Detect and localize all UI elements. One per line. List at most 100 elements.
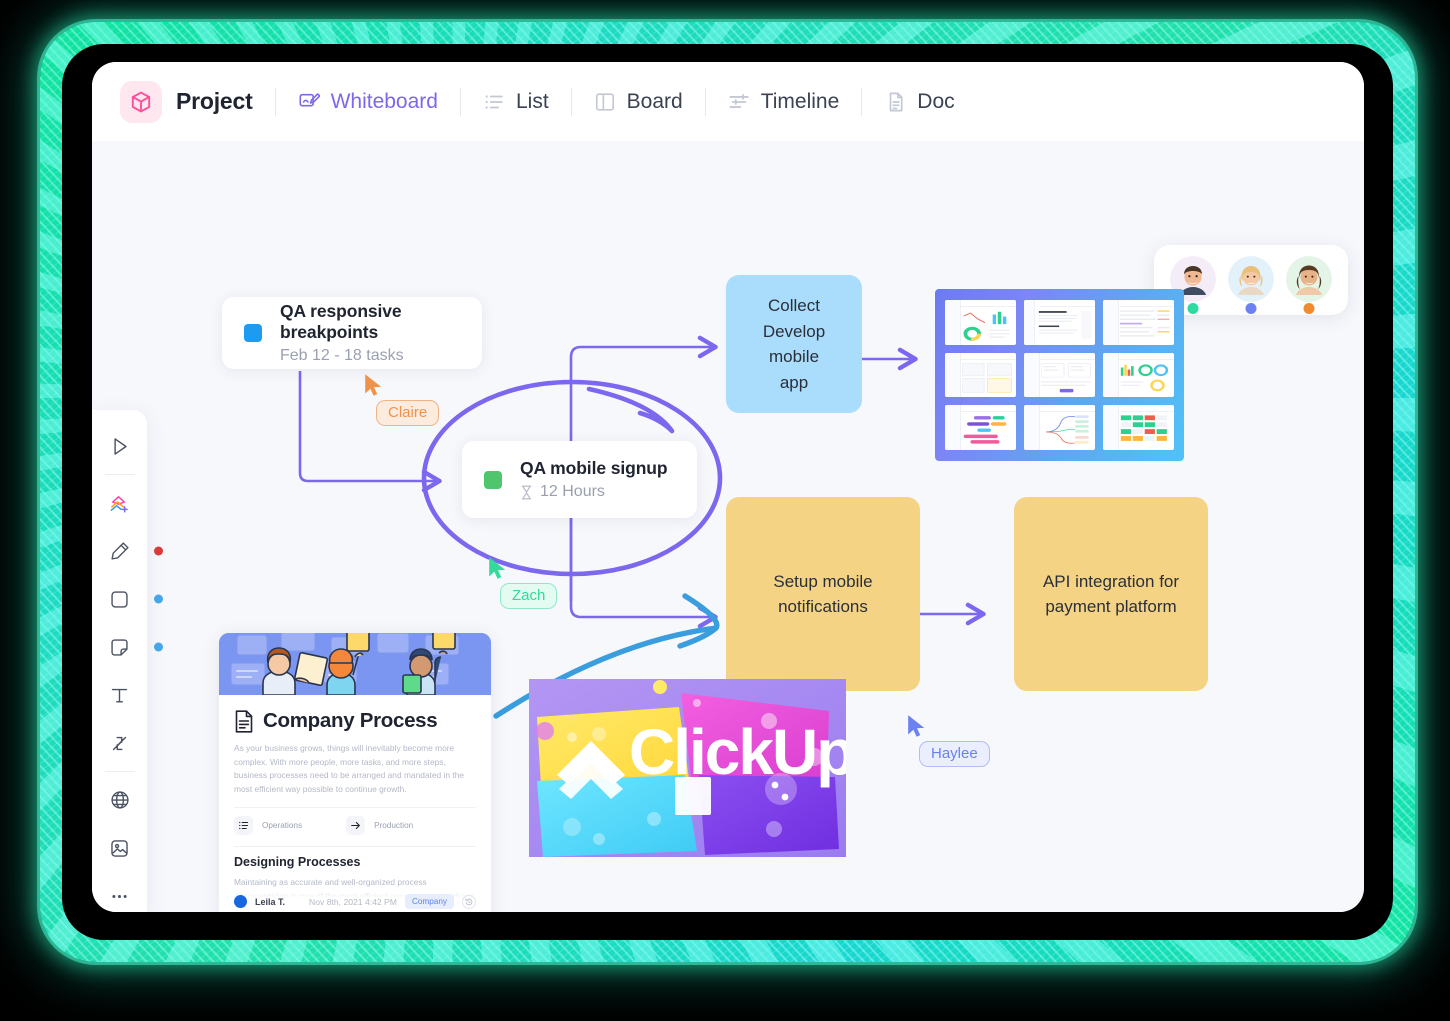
doc-column-production[interactable]: Production — [346, 816, 414, 836]
status-dot — [1187, 303, 1199, 314]
doc-columns: Operations Production — [234, 816, 476, 836]
tool-status-dot — [153, 594, 163, 604]
task-subtitle: Feb 12 - 18 tasks — [280, 347, 404, 364]
dashboard-thumb — [945, 405, 1016, 450]
dashboard-thumb — [945, 352, 1016, 398]
list-icon — [234, 816, 253, 836]
dashboard-thumb — [1024, 300, 1095, 345]
tab-label: Whiteboard — [330, 89, 438, 113]
cursor-label: Zach — [500, 583, 558, 609]
cursor-pointer-icon — [489, 557, 506, 579]
avatar[interactable] — [1228, 256, 1274, 314]
image-icon[interactable] — [101, 829, 139, 867]
tab-list[interactable]: List — [461, 80, 571, 124]
task-title: QA responsive breakpoints — [280, 301, 402, 342]
cursor-pointer-icon — [365, 374, 382, 396]
cursor-pointer-icon — [908, 715, 925, 737]
hourglass-icon — [520, 485, 533, 500]
task-card-qa-mobile[interactable]: QA mobile signup 12 Hours — [462, 441, 697, 518]
rectangle-icon[interactable] — [101, 580, 163, 618]
task-card-qa-responsive[interactable]: QA responsive breakpoints Feb 12 - 18 ta… — [222, 297, 482, 369]
tab-label: Board — [626, 89, 683, 113]
arrow-right-icon — [346, 816, 366, 836]
cursor-zach: Zach — [488, 556, 558, 609]
avatar-image — [1286, 256, 1332, 302]
node-collect-develop[interactable]: Collect Develop mobile app — [726, 275, 862, 413]
status-dot — [1245, 303, 1257, 314]
avatar[interactable] — [1286, 256, 1332, 314]
doc-column-label: Operations — [262, 821, 303, 831]
doc-hero-illustration — [219, 633, 491, 695]
tool-status-dot — [153, 642, 163, 652]
doc-title: Company Process — [263, 709, 438, 732]
whiteboard-canvas[interactable]: QA responsive breakpoints Feb 12 - 18 ta… — [92, 141, 1364, 912]
node-label: Setup mobile notifications — [773, 571, 873, 617]
status-badge: Company — [404, 894, 454, 909]
node-label: Collect Develop mobile app — [762, 296, 826, 392]
node-setup-notifications[interactable]: Setup mobile notifications — [726, 497, 920, 691]
select-cursor-icon[interactable] — [101, 427, 139, 465]
tab-doc[interactable]: Doc — [862, 80, 976, 124]
cube-icon — [120, 80, 162, 123]
node-api-integration[interactable]: API integration for payment platform — [1014, 497, 1208, 691]
divider — [104, 474, 135, 475]
cursor-haylee: Haylee — [907, 714, 990, 767]
doc-timestamp: Nov 8th, 2021 4:42 PM — [309, 896, 397, 907]
task-duration: 12 Hours — [540, 483, 605, 500]
more-options-icon[interactable] — [101, 877, 139, 912]
doc-column-label: Production — [374, 821, 414, 831]
dashboard-thumb — [1024, 405, 1095, 450]
timeline-icon — [728, 90, 751, 113]
app-header: Project Whiteboard List Board Timeline D… — [92, 62, 1364, 141]
embedded-dashboards-image[interactable] — [935, 289, 1184, 461]
tab-whiteboard[interactable]: Whiteboard — [276, 80, 460, 124]
document-icon — [234, 709, 254, 733]
avatar — [234, 895, 247, 908]
dashboard-grid — [945, 300, 1174, 450]
globe-icon[interactable] — [101, 781, 139, 819]
avatar-image — [1228, 256, 1274, 302]
embedded-clickup-image[interactable]: ClickUp — [529, 679, 846, 857]
sketch-arrow-head — [677, 593, 720, 649]
divider — [234, 807, 476, 809]
status-dot — [1303, 303, 1315, 314]
connector-icon[interactable] — [101, 724, 139, 762]
doc-column-operations[interactable]: Operations — [234, 816, 303, 836]
cursor-claire: Claire — [364, 373, 440, 426]
sketch-ellipse-tail — [586, 386, 675, 434]
doc-section-heading: Designing Processes — [234, 855, 361, 870]
doc-author: Leila T. — [255, 896, 286, 907]
tab-label: List — [515, 89, 549, 113]
sticky-note-icon[interactable] — [101, 628, 163, 666]
board-icon — [594, 90, 617, 113]
text-icon[interactable] — [101, 676, 139, 714]
task-title: QA mobile signup — [520, 458, 668, 478]
brand: Project — [120, 80, 275, 123]
doc-history-icon[interactable] — [462, 894, 476, 909]
divider — [234, 846, 476, 848]
pen-highlighter-icon[interactable] — [101, 532, 163, 570]
doc-paragraph: As your business grows, things will inev… — [234, 743, 465, 794]
tab-label: Doc — [917, 89, 955, 113]
divider — [104, 771, 135, 772]
doc-footer: Leila T. Nov 8th, 2021 4:42 PM Company — [219, 885, 491, 912]
list-icon — [483, 90, 506, 113]
doc-body: Company Process As your business grows, … — [219, 695, 491, 912]
cursor-label: Haylee — [919, 741, 990, 767]
whiteboard-toolbar[interactable] — [92, 410, 163, 912]
shapes-add-icon[interactable] — [101, 484, 139, 522]
dashboard-thumb — [1024, 352, 1095, 398]
node-label: API integration for payment platform — [1042, 571, 1180, 617]
tab-label: Timeline — [760, 89, 840, 113]
tool-status-dot — [153, 546, 163, 556]
tab-board[interactable]: Board — [572, 80, 705, 124]
tab-timeline[interactable]: Timeline — [706, 80, 862, 124]
task-color-swatch — [244, 324, 262, 342]
page-title: Project — [176, 88, 253, 114]
app-window: Project Whiteboard List Board Timeline D… — [92, 62, 1364, 912]
task-color-swatch — [484, 470, 502, 489]
dashboard-thumb — [1103, 352, 1174, 398]
doc-card-company-process[interactable]: Company Process As your business grows, … — [219, 633, 491, 912]
dashboard-thumb — [1103, 300, 1174, 345]
cursor-label: Claire — [376, 400, 440, 426]
